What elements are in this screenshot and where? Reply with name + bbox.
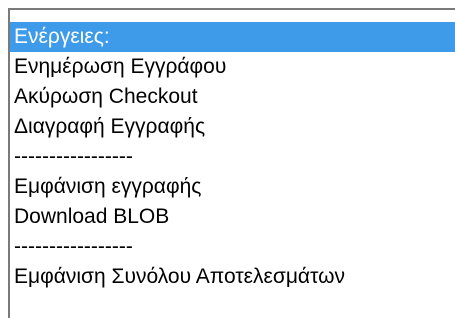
option-cancel-checkout[interactable]: Ακύρωση Checkout bbox=[10, 82, 455, 112]
option-show-result-set[interactable]: Εμφάνιση Συνόλου Αποτελεσμάτων bbox=[10, 262, 455, 292]
actions-listbox[interactable]: Ενέργειες: Ενημέρωση Εγγράφου Ακύρωση Ch… bbox=[8, 8, 455, 318]
option-delete-record[interactable]: Διαγραφή Εγγραφής bbox=[10, 112, 455, 142]
option-separator[interactable]: ----------------- bbox=[10, 142, 455, 172]
option-download-blob[interactable]: Download BLOB bbox=[10, 202, 455, 232]
option-update-document[interactable]: Ενημέρωση Εγγράφου bbox=[10, 52, 455, 82]
option-actions-header[interactable]: Ενέργειες: bbox=[10, 22, 455, 52]
option-show-record[interactable]: Εμφάνιση εγγραφής bbox=[10, 172, 455, 202]
listbox-top-padding bbox=[10, 10, 455, 22]
option-separator[interactable]: ----------------- bbox=[10, 232, 455, 262]
